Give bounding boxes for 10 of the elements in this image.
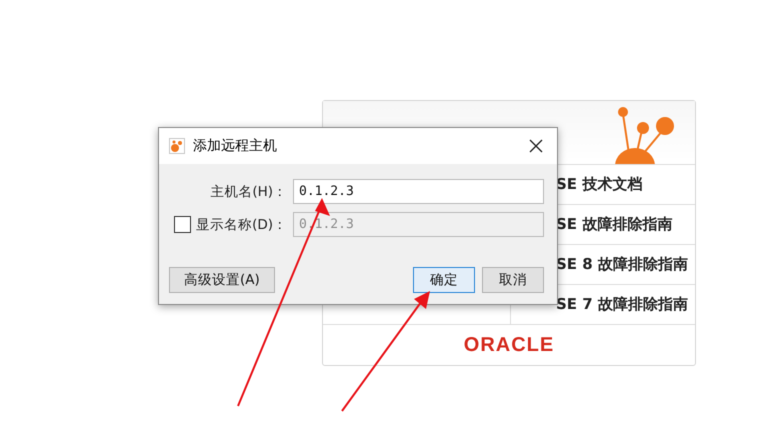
dialog-button[interactable]: 取消 <box>482 267 544 293</box>
close-icon <box>529 139 543 153</box>
oracle-logo: ORACLE <box>464 334 554 356</box>
dialog-button[interactable]: 确定 <box>413 267 475 293</box>
app-icon <box>169 138 185 154</box>
field-label: 显示名称(D)： <box>196 216 287 234</box>
dialog-button[interactable]: 高级设置(A) <box>169 267 275 293</box>
input-field[interactable]: 0.1.2.3 <box>293 179 544 204</box>
field-label: 主机名(H)： <box>210 182 287 200</box>
dialog-title: 添加远程主机 <box>193 137 278 155</box>
